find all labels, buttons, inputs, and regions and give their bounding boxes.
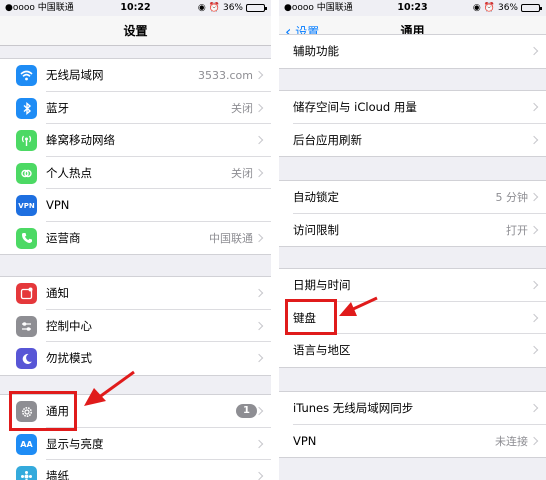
settings-item-notifications[interactable]: 通知: [0, 277, 271, 310]
nav-bar: 设置: [0, 16, 271, 46]
settings-item-cellular[interactable]: 蜂窝移动网络: [0, 124, 271, 157]
general-item-value: 5 分钟: [495, 191, 529, 205]
general-item-language-region[interactable]: 语言与地区: [279, 334, 546, 367]
update-badge: 1: [236, 404, 257, 419]
general-item-itunes-sync[interactable]: iTunes 无线局域网同步: [279, 392, 546, 425]
chevron-right-icon: [254, 136, 264, 145]
general-item-label: 语言与地区: [293, 343, 351, 358]
settings-item-label: 墙纸: [46, 469, 69, 480]
settings-group-network: 无线局域网 3533.com 蓝牙 关闭 蜂窝移动网络 个人热点 关闭 VPN …: [0, 58, 271, 255]
display-icon: AA: [16, 433, 37, 455]
general-item-label: 辅助功能: [293, 44, 339, 59]
settings-item-label: 个人热点: [46, 165, 92, 180]
general-group-accessibility: 辅助功能: [279, 34, 546, 69]
settings-item-carrier[interactable]: 运营商 中国联通: [0, 222, 271, 255]
chevron-right-icon: [529, 193, 539, 202]
general-item-label: 自动锁定: [293, 190, 339, 205]
battery-percent: 36%: [497, 3, 518, 13]
chevron-right-icon: [254, 233, 264, 242]
wallpaper-icon: [16, 466, 37, 480]
settings-item-label: 控制中心: [46, 318, 92, 333]
settings-item-value: 关闭: [231, 101, 253, 115]
settings-item-bluetooth[interactable]: 蓝牙 关闭: [0, 92, 271, 124]
status-bar: ●oooo 中国联通 10:23 ◉ ⏰ 36%: [279, 0, 546, 16]
alarm-icon: ⏰: [208, 3, 220, 13]
settings-item-label: 蜂窝移动网络: [46, 133, 115, 148]
lock-rotation-icon: ◉: [197, 3, 206, 13]
general-item-restrictions[interactable]: 访问限制 打开: [279, 214, 546, 247]
general-item-background-refresh[interactable]: 后台应用刷新: [279, 124, 546, 157]
general-item-label: VPN: [293, 433, 317, 448]
general-group-lock: 自动锁定 5 分钟 访问限制 打开: [279, 180, 546, 247]
settings-item-label: VPN: [46, 198, 70, 213]
vpn-icon: VPN: [16, 195, 37, 216]
notifications-icon: [16, 283, 37, 304]
chevron-right-icon: [254, 103, 264, 112]
settings-item-wifi[interactable]: 无线局域网 3533.com: [0, 59, 271, 92]
lock-rotation-icon: ◉: [472, 3, 481, 13]
settings-item-label: 蓝牙: [46, 100, 69, 115]
settings-item-value: 3533.com: [198, 68, 253, 82]
general-item-label: 日期与时间: [293, 278, 351, 293]
chevron-right-icon: [254, 71, 264, 80]
settings-item-label: 勿扰模式: [46, 351, 92, 366]
battery-icon: [521, 4, 542, 12]
general-item-storage[interactable]: 储存空间与 iCloud 用量: [279, 91, 546, 124]
battery-icon: [246, 4, 267, 12]
moon-icon: [16, 348, 37, 369]
settings-item-label: 无线局域网: [46, 68, 104, 83]
hotspot-icon: [16, 162, 37, 184]
general-item-label: 储存空间与 iCloud 用量: [293, 100, 417, 115]
wifi-icon: [16, 65, 37, 86]
settings-item-wallpaper[interactable]: 墙纸: [0, 460, 271, 480]
general-item-label: iTunes 无线局域网同步: [293, 401, 414, 416]
alarm-icon: ⏰: [483, 3, 495, 13]
general-item-auto-lock[interactable]: 自动锁定 5 分钟: [279, 181, 546, 214]
panel-divider: [271, 0, 279, 480]
right-general-screen: ●oooo 中国联通 10:23 ◉ ⏰ 36% ‹ 设置 通用 辅助功能 储存…: [279, 0, 546, 480]
general-item-label: 访问限制: [293, 222, 339, 237]
battery-percent: 36%: [222, 3, 243, 13]
settings-item-label: 通知: [46, 286, 69, 301]
status-bar: ●oooo 中国联通 10:22 ◉ ⏰ 36%: [0, 0, 271, 16]
general-group-sync: iTunes 无线局域网同步 VPN 未连接: [279, 391, 546, 458]
settings-item-value: 关闭: [231, 166, 253, 180]
settings-item-label: 运营商: [46, 230, 81, 245]
control-center-icon: [16, 315, 37, 337]
settings-item-label: 显示与亮度: [46, 436, 104, 451]
annotation-arrow-icon: [339, 296, 378, 316]
bluetooth-icon: [16, 97, 37, 119]
cellular-icon: [16, 130, 37, 151]
chevron-right-icon: [529, 436, 539, 445]
page-title: 设置: [123, 24, 148, 38]
settings-item-vpn[interactable]: VPN VPN: [0, 189, 271, 222]
general-item-label: 后台应用刷新: [293, 132, 362, 147]
highlight-box-general: [9, 391, 77, 431]
general-item-value: 打开: [506, 223, 528, 237]
settings-item-display[interactable]: AA 显示与亮度: [0, 428, 271, 460]
annotation-arrow-icon: [84, 370, 135, 406]
settings-group-notifications: 通知 控制中心 勿扰模式: [0, 276, 271, 376]
general-item-value: 未连接: [495, 434, 528, 448]
chevron-right-icon: [254, 168, 264, 177]
settings-item-hotspot[interactable]: 个人热点 关闭: [0, 157, 271, 189]
general-group-storage: 储存空间与 iCloud 用量 后台应用刷新: [279, 90, 546, 157]
settings-item-value: 中国联通: [209, 231, 253, 245]
general-item-date-time[interactable]: 日期与时间: [279, 269, 546, 302]
phone-icon: [16, 227, 37, 249]
general-item-vpn[interactable]: VPN 未连接: [279, 425, 546, 458]
general-item-accessibility[interactable]: 辅助功能: [279, 35, 546, 68]
chevron-right-icon: [529, 225, 539, 234]
highlight-box-keyboard: [285, 299, 337, 335]
left-settings-screen: ●oooo 中国联通 10:22 ◉ ⏰ 36% 设置 无线局域网 3533.c…: [0, 0, 271, 480]
settings-item-control-center[interactable]: 控制中心: [0, 310, 271, 342]
